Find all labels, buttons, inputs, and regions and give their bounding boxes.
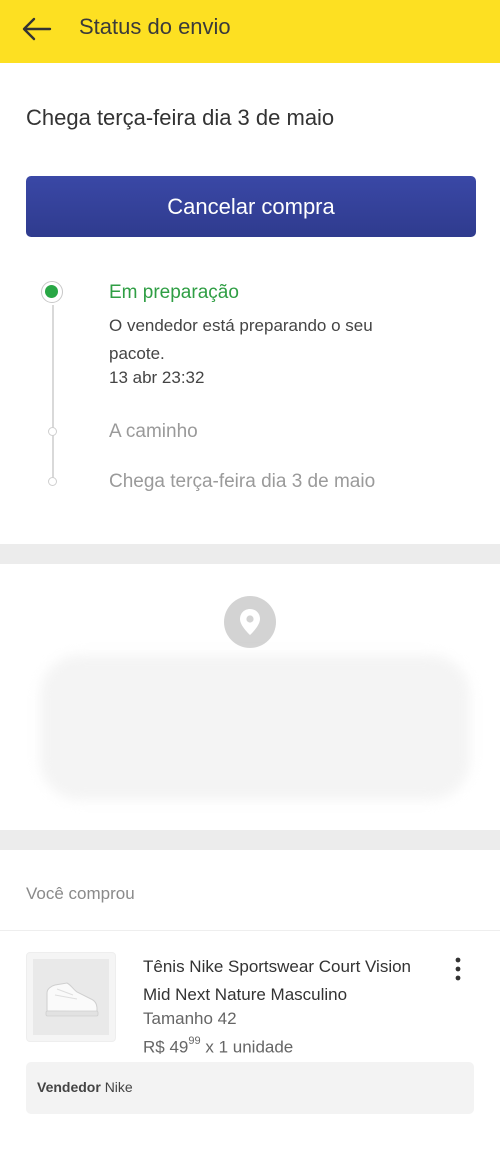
- cancel-purchase-button[interactable]: Cancelar compra: [26, 176, 476, 237]
- product-thumbnail[interactable]: [26, 952, 116, 1042]
- seller-info: Vendedor Nike: [26, 1062, 474, 1114]
- product-title[interactable]: Tênis Nike Sportswear Court Vision Mid N…: [143, 953, 443, 1009]
- more-options-button[interactable]: [448, 956, 468, 982]
- step-arrival-title: Chega terça-feira dia 3 de maio: [109, 471, 376, 492]
- arrow-left-icon: [22, 17, 52, 41]
- more-vertical-icon: [455, 957, 461, 981]
- purchase-section-label: Você comprou: [26, 884, 135, 903]
- seller-label: Vendedor: [37, 1079, 101, 1095]
- price-cents: 99: [188, 1035, 201, 1047]
- back-button[interactable]: [20, 12, 54, 46]
- step-preparing-title: Em preparação: [109, 282, 239, 303]
- app-header: Status do envio: [0, 0, 500, 63]
- product-image: [33, 959, 109, 1035]
- product-price: R$ 4999 x 1 unidade: [143, 1035, 294, 1058]
- page-title: Status do envio: [79, 14, 231, 39]
- section-divider: [0, 544, 500, 564]
- quantity: x 1 unidade: [205, 1037, 294, 1057]
- divider: [0, 930, 500, 931]
- step-on-the-way-title: A caminho: [109, 421, 198, 442]
- step-preparing-description: O vendedor está preparando o seu pacote.: [109, 316, 373, 363]
- seller-name: Nike: [104, 1079, 133, 1095]
- timeline-dot: [48, 477, 57, 486]
- step-preparing-time: 13 abr 23:32: [109, 368, 205, 387]
- delivery-eta: Chega terça-feira dia 3 de maio: [26, 105, 335, 130]
- timeline-dot-active: [41, 281, 63, 303]
- product-size: Tamanho 42: [143, 1009, 237, 1028]
- location-pin-icon: [240, 609, 260, 635]
- seller-text: Vendedor Nike: [37, 1079, 133, 1095]
- timeline-line: [52, 305, 54, 483]
- address-pin-badge: [224, 596, 276, 648]
- timeline-dot: [48, 427, 57, 436]
- section-divider: [0, 830, 500, 850]
- sneaker-image: [45, 982, 99, 1017]
- price-main: R$ 49: [143, 1037, 189, 1057]
- address-redacted: [40, 655, 470, 800]
